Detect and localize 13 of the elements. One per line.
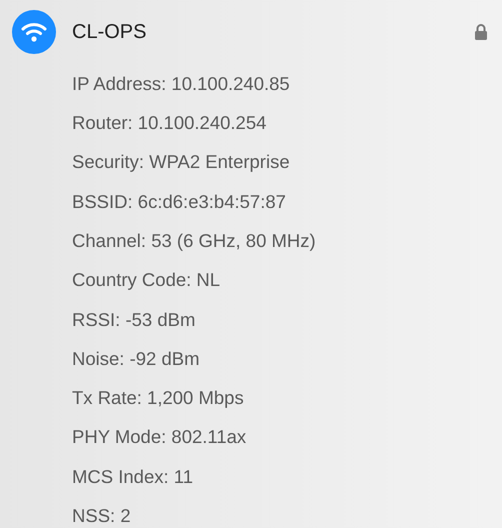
detail-text: Noise: -92 dBm — [72, 346, 200, 371]
detail-text: Country Code: NL — [72, 268, 220, 292]
detail-text: BSSID: 6c:d6:e3:b4:57:87 — [72, 190, 286, 214]
detail-text: Channel: 53 (6 GHz, 80 MHz) — [72, 228, 316, 253]
detail-text: NSS: 2 — [72, 504, 131, 528]
detail-text: PHY Mode: 802.11ax — [72, 425, 246, 450]
detail-text: Router: 10.100.240.254 — [72, 111, 266, 136]
detail-text: Tx Rate: 1,200 Mbps — [72, 386, 244, 410]
detail-text: MCS Index: 11 — [72, 464, 193, 489]
network-name: CL-OPS — [72, 20, 146, 45]
detail-text: Security: WPA2 Enterprise — [72, 150, 290, 174]
detail-text: RSSI: -53 dBm — [72, 308, 196, 332]
detail-text: IP Address: 10.100.240.85 — [72, 72, 290, 96]
